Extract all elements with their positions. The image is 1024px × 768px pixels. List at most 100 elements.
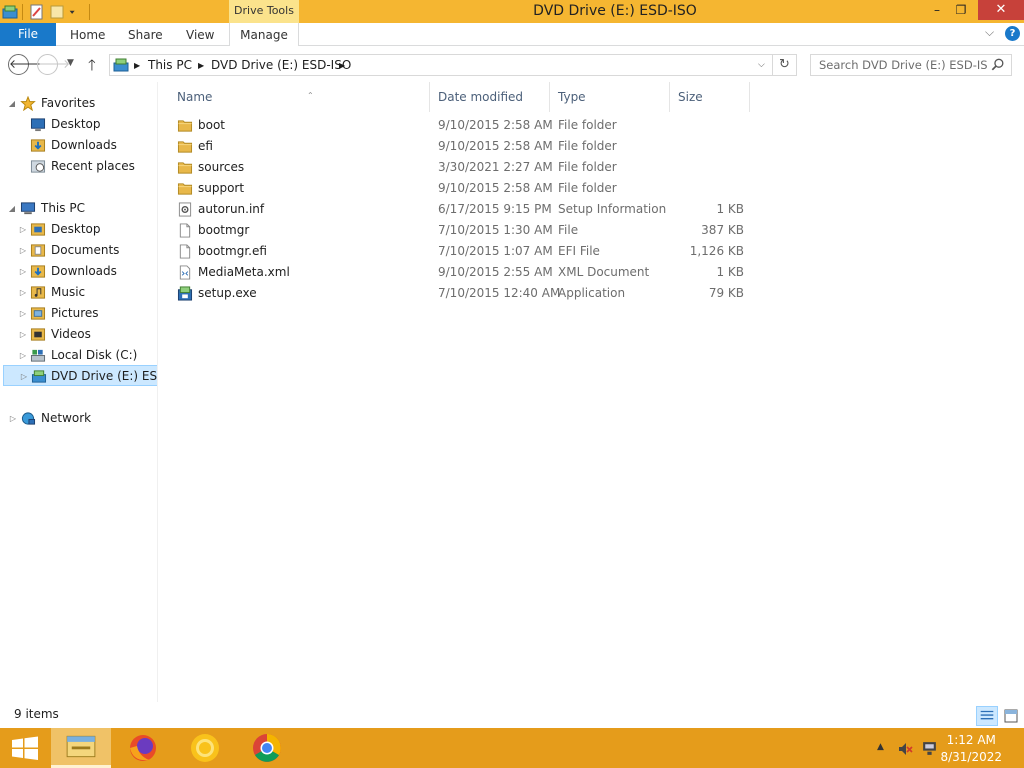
address-history-chevron-icon[interactable]: ⌵ [758, 60, 765, 70]
expand-arrow-icon[interactable]: ▷ [18, 282, 28, 303]
refresh-button[interactable]: ↻ [773, 54, 797, 76]
breadcrumb-dvd-drive[interactable]: DVD Drive (E:) ESD-ISO [211, 58, 351, 72]
tab-manage[interactable]: Manage [229, 23, 299, 46]
nav-fav-desktop[interactable]: Desktop [0, 114, 157, 135]
file-row[interactable]: bootmgr 7/10/2015 1:30 AM File 387 KB [169, 220, 759, 241]
nav-pc-pictures[interactable]: ▷ Pictures [0, 303, 157, 324]
file-size: 79 KB [708, 286, 744, 300]
file-row[interactable]: bootmgr.efi 7/10/2015 1:07 AM EFI File 1,12… [169, 241, 759, 262]
breadcrumb-separator-icon[interactable]: ▶ [134, 61, 140, 70]
search-icon[interactable] [991, 58, 1005, 72]
file-type: File folder [558, 118, 617, 132]
downloads-folder-icon [30, 265, 46, 278]
chrome-canary-taskbar-icon[interactable] [175, 728, 235, 768]
expand-arrow-icon[interactable]: ▷ [18, 261, 28, 282]
search-input[interactable] [812, 56, 988, 74]
nav-pc-documents[interactable]: ▷ Documents [0, 240, 157, 261]
nav-fav-downloads[interactable]: Downloads [0, 135, 157, 156]
nav-fav-recent-places[interactable]: Recent places [0, 156, 157, 177]
volume-muted-icon[interactable] [897, 741, 913, 757]
collapse-arrow-icon[interactable]: ◢ [7, 198, 17, 219]
up-button[interactable]: 🡑 [88, 55, 96, 80]
file-date-modified: 9/10/2015 2:58 AM [438, 181, 553, 195]
file-row[interactable]: support 9/10/2015 2:58 AM File folder [169, 178, 759, 199]
file-type: File [558, 223, 579, 237]
nav-pc-dvd-drive-label: DVD Drive (E:) ESD-ISO [51, 369, 158, 383]
nav-pc-videos-label: Videos [51, 327, 91, 341]
address-bar[interactable]: ▶ This PC ▶ DVD Drive (E:) ESD-ISO ▶ ⌵ [109, 54, 773, 76]
file-name: support [198, 181, 245, 195]
collapse-arrow-icon[interactable]: ◢ [7, 93, 17, 114]
expand-arrow-icon[interactable]: ▷ [18, 240, 28, 261]
network-tray-icon[interactable] [921, 740, 938, 757]
nav-pc-desktop[interactable]: ▷ Desktop [0, 219, 157, 240]
nav-favorites[interactable]: ◢ Favorites [0, 93, 157, 114]
file-name: setup.exe [198, 286, 257, 300]
nav-this-pc[interactable]: ◢ This PC [0, 198, 157, 219]
desktop-icon [30, 118, 46, 132]
firefox-taskbar-icon[interactable] [113, 728, 173, 768]
navigation-pane: ◢ Favorites Desktop Downloads Recent pla… [0, 82, 158, 702]
nav-pc-downloads[interactable]: ▷ Downloads [0, 261, 157, 282]
large-icons-view-button[interactable] [1000, 706, 1022, 726]
breadcrumb-separator-icon[interactable]: ▶ [339, 61, 345, 70]
start-button[interactable] [0, 728, 50, 768]
search-box[interactable] [810, 54, 1012, 76]
column-header-name[interactable]: Name ⌃ [169, 82, 430, 112]
file-row[interactable]: MediaMeta.xml 9/10/2015 2:55 AM XML Docume… [169, 262, 759, 283]
chrome-taskbar-icon[interactable] [237, 728, 297, 768]
nav-favorites-label: Favorites [41, 96, 96, 110]
file-row[interactable]: setup.exe 7/10/2015 12:40 AM Application 79… [169, 283, 759, 304]
clock-time: 1:12 AM [946, 733, 996, 747]
close-button[interactable]: ✕ [978, 0, 1024, 20]
file-type: XML Document [558, 265, 650, 279]
help-button[interactable]: ? [1005, 26, 1020, 41]
expand-ribbon-chevron-icon[interactable]: ⌵ [985, 25, 994, 40]
file-row[interactable]: autorun.inf 6/17/2015 9:15 PM Setup Inform… [169, 199, 759, 220]
back-button[interactable]: 🡐 [8, 54, 41, 75]
column-header-size[interactable]: Size [670, 82, 750, 112]
nav-pc-dvd-drive[interactable]: ▷ DVD Drive (E:) ESD-ISO [3, 365, 158, 386]
nav-pc-videos[interactable]: ▷ Videos [0, 324, 157, 345]
nav-network-label: Network [41, 411, 92, 425]
address-row: 🡐 🡒 ▼ 🡑 ▶ This PC ▶ DVD Drive (E:) ESD-I… [0, 47, 1024, 82]
file-date-modified: 9/10/2015 2:58 AM [438, 118, 553, 132]
file-date-modified: 9/10/2015 2:55 AM [438, 265, 553, 279]
folder-icon [177, 162, 193, 174]
tab-view[interactable]: View [186, 23, 214, 46]
show-hidden-icons-chevron-icon[interactable]: ▲ [877, 742, 884, 752]
breadcrumb-separator-icon[interactable]: ▶ [198, 61, 204, 70]
blank-file-icon [179, 244, 191, 259]
forward-button[interactable]: 🡒 [37, 54, 70, 75]
tab-share[interactable]: Share [128, 23, 163, 46]
details-view-button[interactable] [976, 706, 998, 726]
breadcrumb-this-pc[interactable]: This PC [148, 58, 192, 72]
nav-pc-local-disk[interactable]: ▷ Local Disk (C:) [0, 345, 157, 366]
file-row[interactable]: sources 3/30/2021 2:27 AM File folder [169, 157, 759, 178]
recent-locations-chevron-icon[interactable]: ▼ [67, 58, 74, 68]
expand-arrow-icon[interactable]: ▷ [18, 324, 28, 345]
file-explorer-taskbar-icon[interactable] [51, 728, 111, 768]
expand-arrow-icon[interactable]: ▷ [18, 303, 28, 324]
file-size: 1,126 KB [689, 244, 744, 258]
videos-folder-icon [30, 328, 46, 341]
expand-arrow-icon[interactable]: ▷ [19, 366, 29, 385]
maximize-button[interactable]: ❐ [946, 0, 976, 21]
tab-file[interactable]: File [0, 23, 56, 46]
file-row[interactable]: efi 9/10/2015 2:58 AM File folder [169, 136, 759, 157]
nav-pc-music[interactable]: ▷ Music [0, 282, 157, 303]
taskbar-clock[interactable]: 1:12 AM 8/31/2022 [940, 732, 1002, 766]
expand-arrow-icon[interactable]: ▷ [18, 345, 28, 366]
column-header-type[interactable]: Type [550, 82, 670, 112]
sort-ascending-icon: ⌃ [307, 91, 314, 100]
file-row[interactable]: boot 9/10/2015 2:58 AM File folder [169, 115, 759, 136]
column-header-date[interactable]: Date modified [430, 82, 550, 112]
file-type: Setup Information [558, 202, 667, 216]
expand-arrow-icon[interactable]: ▷ [18, 219, 28, 240]
expand-arrow-icon[interactable]: ▷ [8, 408, 18, 429]
title-bar[interactable]: Drive Tools DVD Drive (E:) ESD-ISO – ❐ ✕ [0, 0, 1024, 23]
file-date-modified: 7/10/2015 1:30 AM [438, 223, 553, 237]
nav-network[interactable]: ▷ Network [0, 408, 157, 429]
tab-home[interactable]: Home [70, 23, 105, 46]
file-date-modified: 7/10/2015 12:40 AM [438, 286, 561, 300]
